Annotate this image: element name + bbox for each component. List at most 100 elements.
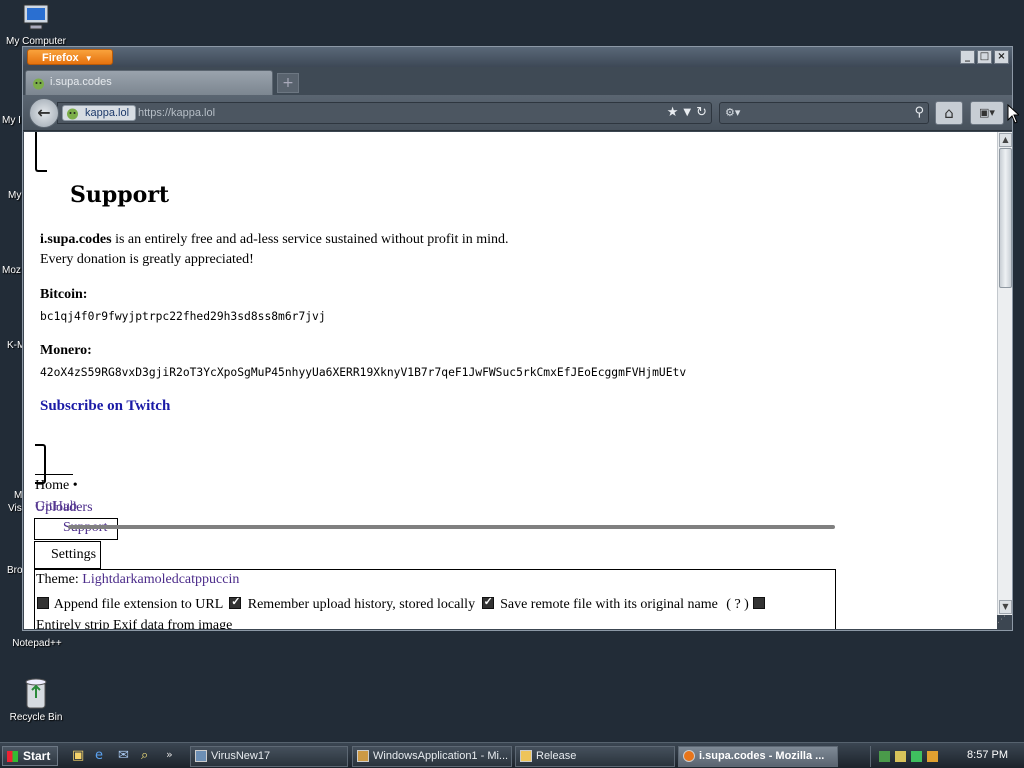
clock[interactable]: 8:57 PM — [967, 749, 1008, 761]
help-link[interactable]: ( ? ) — [726, 597, 749, 612]
folder-icon — [520, 750, 532, 762]
search-engine-icon[interactable]: ⚙▾ — [725, 106, 740, 119]
search-bar[interactable]: ⚙▾ ⚲ — [719, 102, 929, 124]
search-icon[interactable]: ⚲ — [914, 105, 924, 120]
bullet-separator: • — [72, 478, 78, 493]
task-label: VirusNew17 — [211, 750, 271, 762]
url-bar[interactable]: kappa.lol https://kappa.lol ★ ▼ ↻ — [57, 102, 712, 124]
scroll-up-arrow-icon[interactable]: ▲ — [999, 133, 1012, 147]
bookmarks-icon: ▣▾ — [979, 106, 995, 119]
task-label: WindowsApplication1 - Mi... — [373, 750, 509, 762]
browser-window: Firefox ▼ _ □ × i.supa.codes + kappa.lol … — [22, 46, 1013, 631]
theme-option-light[interactable]: Light — [82, 572, 112, 587]
desktop-icon-label: Recycle Bin — [9, 712, 63, 723]
desktop-icon-notepadpp[interactable]: Notepad++ — [1, 638, 73, 649]
desktop-partial-label: My — [8, 190, 22, 201]
monero-label: Monero: — [40, 343, 92, 358]
site-name: i.supa.codes — [40, 232, 112, 247]
outlook-icon[interactable]: ✉ — [118, 748, 129, 763]
vertical-scrollbar[interactable]: ▲ ▼ — [997, 132, 1012, 615]
bitcoin-label: Bitcoin: — [40, 287, 88, 302]
show-desktop-icon[interactable]: ▣ — [72, 748, 84, 763]
settings-tab[interactable]: Settings — [34, 541, 101, 569]
home-link[interactable]: Home — [35, 478, 69, 493]
remember-history-checkbox[interactable] — [229, 595, 242, 609]
back-button[interactable]: ← — [29, 98, 59, 128]
append-ext-checkbox[interactable] — [37, 597, 49, 609]
site-identity-button[interactable]: kappa.lol — [62, 105, 137, 121]
taskbar-item-windowsapplication1[interactable]: WindowsApplication1 - Mi... — [352, 746, 512, 767]
taskbar-item-release[interactable]: Release — [515, 746, 675, 767]
save-remote-checkbox[interactable] — [481, 595, 494, 609]
window-titlebar[interactable]: Firefox ▼ _ □ × — [23, 47, 1012, 67]
task-label: i.supa.codes - Mozilla ... — [699, 750, 825, 762]
desktop-icon-my-computer[interactable]: My Computer — [0, 2, 72, 47]
network-icon[interactable] — [879, 751, 890, 762]
navigation-toolbar: kappa.lol https://kappa.lol ★ ▼ ↻ ← ⚙▾ ⚲… — [23, 95, 1012, 131]
firefox-menu-button[interactable]: Firefox ▼ — [27, 49, 113, 65]
taskbar-item-firefox[interactable]: i.supa.codes - Mozilla ... — [678, 746, 838, 767]
internet-explorer-icon[interactable]: e — [95, 748, 103, 763]
window-controls: _ □ × — [960, 50, 1009, 64]
computer-icon — [23, 4, 49, 30]
page-title: Support — [70, 182, 170, 208]
decorative-bracket — [35, 132, 47, 172]
reload-icon[interactable]: ↻ — [696, 105, 707, 121]
app-tray-icon[interactable] — [927, 751, 938, 762]
minimize-button[interactable]: _ — [960, 50, 975, 64]
desktop-icon-recycle-bin[interactable]: Recycle Bin — [0, 676, 72, 723]
identity-label: kappa.lol — [85, 107, 130, 119]
page-viewport: Support i.supa.codes is an entirely free… — [24, 132, 997, 629]
start-button[interactable]: Start — [2, 746, 58, 766]
windows-logo-icon — [7, 751, 18, 762]
desktop-partial-label: My I — [2, 115, 21, 126]
battery-icon[interactable] — [911, 751, 922, 762]
tab-strip: i.supa.codes + — [23, 67, 1012, 95]
twitch-subscribe-link[interactable]: Subscribe on Twitch — [40, 398, 170, 415]
theme-option-dark[interactable]: dark — [113, 572, 138, 587]
home-button[interactable]: ⌂ — [935, 101, 963, 125]
mouse-cursor-icon — [1007, 104, 1019, 124]
site-favicon-icon — [33, 78, 44, 90]
tab-i-supa-codes[interactable]: i.supa.codes — [25, 70, 273, 95]
scroll-down-arrow-icon[interactable]: ▼ — [999, 600, 1012, 614]
strip-exif-checkbox[interactable] — [753, 597, 766, 609]
theme-option-catppuccin[interactable]: catppuccin — [179, 572, 240, 587]
settings-panel: Theme: Lightdarkamoledcatppuccin Append … — [34, 569, 836, 629]
new-tab-button[interactable]: + — [277, 73, 299, 93]
home-icon: ⌂ — [944, 104, 954, 122]
save-remote-label: Save remote file with its original name — [500, 597, 718, 612]
quicklaunch-overflow-icon[interactable]: » — [166, 748, 173, 761]
settings-tab-label: Settings — [51, 547, 97, 562]
url-bar-icons: ★ ▼ ↻ — [667, 105, 707, 121]
taskbar-item-virusnew17[interactable]: VirusNew17 — [190, 746, 348, 767]
explorer-icon[interactable]: ⌕ — [141, 748, 148, 763]
firefox-icon — [683, 750, 695, 762]
security-icon[interactable] — [895, 751, 906, 762]
start-label: Start — [23, 749, 51, 763]
intro-text: i.supa.codes is an entirely free and ad-… — [40, 230, 509, 250]
window-icon — [195, 750, 207, 762]
donation-note: Every donation is greatly appreciated! — [40, 252, 254, 267]
taskbar: Start ▣ e ✉ ⌕ » VirusNew17 WindowsApplic… — [0, 742, 1024, 768]
desktop-partial-label: Moz — [2, 265, 21, 276]
github-link[interactable]: GitHub — [35, 499, 77, 515]
desktop-icon-label: Notepad++ — [12, 638, 62, 649]
divider — [35, 474, 73, 475]
intro-rest: is an entirely free and ad-less service … — [111, 232, 509, 247]
bookmarks-menu-button[interactable]: ▣▾ — [970, 101, 1004, 125]
support-tab[interactable]: Support — [34, 518, 118, 540]
back-arrow-icon: ← — [37, 103, 51, 122]
site-favicon-icon — [67, 108, 78, 120]
close-button[interactable]: × — [994, 50, 1009, 64]
resize-grip-icon[interactable]: ⋰ — [997, 615, 1011, 629]
bookmark-star-icon[interactable]: ★ — [667, 105, 679, 121]
theme-row: Theme: Lightdarkamoledcatppuccin — [36, 572, 239, 588]
maximize-button[interactable]: □ — [977, 50, 992, 64]
theme-option-amoled[interactable]: amoled — [138, 572, 179, 587]
history-dropdown-icon[interactable]: ▼ — [683, 105, 691, 121]
url-text[interactable]: https://kappa.lol — [138, 107, 215, 119]
footer-nav: Home • — [35, 478, 78, 494]
recycle-bin-icon — [25, 678, 47, 709]
scrollbar-thumb[interactable] — [999, 148, 1012, 288]
